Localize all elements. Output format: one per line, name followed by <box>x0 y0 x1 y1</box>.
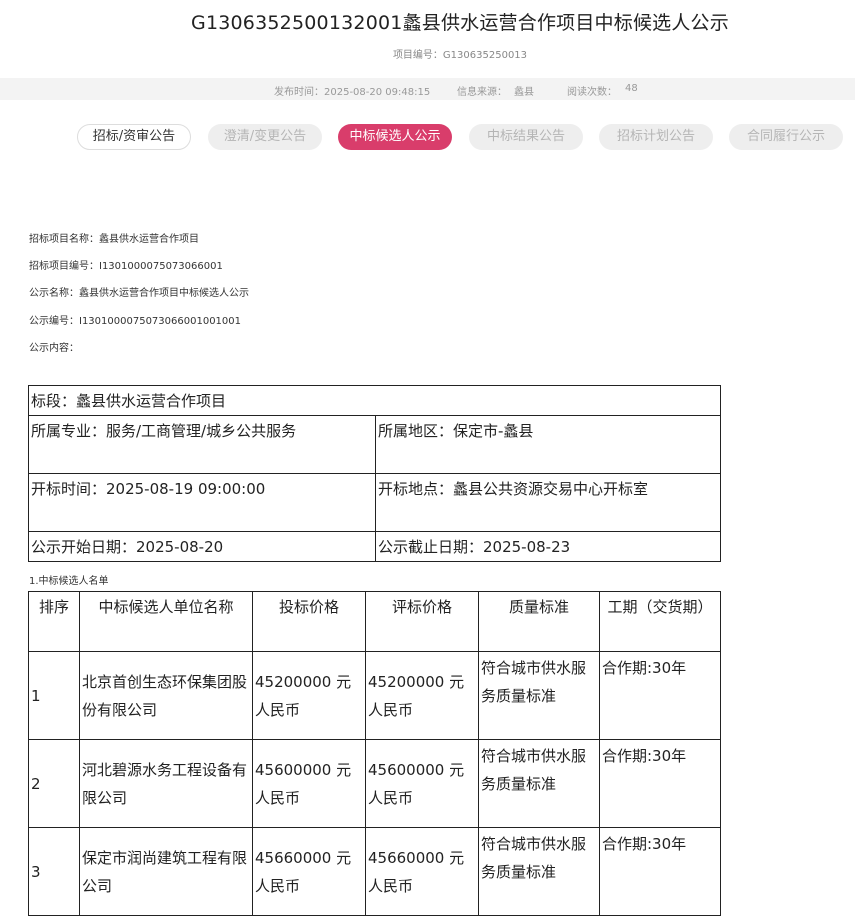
header-period: 工期（交货期） <box>599 591 721 652</box>
rank-cell: 1 <box>28 651 80 740</box>
specialty: 所属专业：服务/工商管理/城乡公共服务 <box>28 415 376 474</box>
open-place: 开标地点：蠡县公共资源交易中心开标室 <box>375 473 721 532</box>
header-bid-price: 投标价格 <box>252 591 366 652</box>
header-quality: 质量标准 <box>478 591 600 652</box>
eval-price-cell: 45600000 元人民币 <box>365 739 479 828</box>
quality-cell: 符合城市供水服务质量标准 <box>478 651 600 740</box>
header-eval-price: 评标价格 <box>365 591 479 652</box>
eval-price-cell: 45660000 元人民币 <box>365 827 479 916</box>
project-number: 项目编号：G130635250013 <box>392 50 528 61</box>
tab-candidate-notice[interactable]: 中标候选人公示 <box>338 124 452 150</box>
eval-price-cell: 45200000 元人民币 <box>365 651 479 740</box>
notice-code: 公示编号：I1301000075073066001001001 <box>29 316 242 327</box>
notice-name: 公示名称：蠡县供水运营合作项目中标候选人公示 <box>29 288 249 299</box>
period-cell: 合作期:30年 <box>599 739 721 828</box>
publish-time: 发布时间：2025-08-20 09:48:15 <box>274 87 431 98</box>
table-row: 2 河北碧源水务工程设备有限公司 45600000 元人民币 45600000 … <box>28 739 721 828</box>
period-cell: 合作期:30年 <box>599 651 721 740</box>
views-label: 阅读次数： <box>567 87 617 98</box>
rank-cell: 2 <box>28 739 80 828</box>
table-row: 1 北京首创生态环保集团股份有限公司 45200000 元人民币 4520000… <box>28 651 721 740</box>
bid-price-cell: 45600000 元人民币 <box>252 739 366 828</box>
candidate-list-title: 1.中标候选人名单 <box>29 576 109 587</box>
source-label: 信息来源： <box>457 87 507 98</box>
header-company: 中标候选人单位名称 <box>79 591 253 652</box>
notice-end-date: 公示截止日期：2025-08-23 <box>375 531 721 562</box>
table-row: 3 保定市润尚建筑工程有限公司 45660000 元人民币 45660000 元… <box>28 827 721 916</box>
quality-cell: 符合城市供水服务质量标准 <box>478 739 600 828</box>
tab-result-notice[interactable]: 中标结果公告 <box>469 124 583 150</box>
header-rank: 排序 <box>28 591 80 652</box>
bid-section: 标段：蠡县供水运营合作项目 <box>28 385 721 416</box>
candidate-table: 排序 中标候选人单位名称 投标价格 评标价格 质量标准 工期（交货期） 1 北京… <box>28 591 721 916</box>
open-time: 开标时间：2025-08-19 09:00:00 <box>28 473 376 532</box>
notice-tabs: 招标/资审公告 澄清/变更公告 中标候选人公示 中标结果公告 招标计划公告 合同… <box>0 124 855 152</box>
notice-start-date: 公示开始日期：2025-08-20 <box>28 531 376 562</box>
section-info-table: 标段：蠡县供水运营合作项目 所属专业：服务/工商管理/城乡公共服务 所属地区：保… <box>28 385 721 562</box>
rank-cell: 3 <box>28 827 80 916</box>
tab-contract-notice[interactable]: 合同履行公示 <box>729 124 843 150</box>
meta-bar: 发布时间：2025-08-20 09:48:15 信息来源： 蠡县 阅读次数： … <box>0 78 855 100</box>
page-title: G1306352500132001蠡县供水运营合作项目中标候选人公示 <box>191 12 729 34</box>
region: 所属地区：保定市-蠡县 <box>375 415 721 474</box>
bid-price-cell: 45660000 元人民币 <box>252 827 366 916</box>
views-value: 48 <box>625 83 638 94</box>
project-name: 招标项目名称：蠡县供水运营合作项目 <box>29 234 199 245</box>
source-value: 蠡县 <box>514 87 534 98</box>
company-cell: 保定市润尚建筑工程有限公司 <box>79 827 253 916</box>
project-code: 招标项目编号：I1301000075073066001 <box>29 261 223 272</box>
quality-cell: 符合城市供水服务质量标准 <box>478 827 600 916</box>
company-cell: 北京首创生态环保集团股份有限公司 <box>79 651 253 740</box>
period-cell: 合作期:30年 <box>599 827 721 916</box>
tab-clarification[interactable]: 澄清/变更公告 <box>208 124 322 150</box>
bid-price-cell: 45200000 元人民币 <box>252 651 366 740</box>
notice-content-label: 公示内容： <box>29 343 79 354</box>
tab-plan-notice[interactable]: 招标计划公告 <box>599 124 713 150</box>
company-cell: 河北碧源水务工程设备有限公司 <box>79 739 253 828</box>
tab-bid-notice[interactable]: 招标/资审公告 <box>77 124 191 150</box>
